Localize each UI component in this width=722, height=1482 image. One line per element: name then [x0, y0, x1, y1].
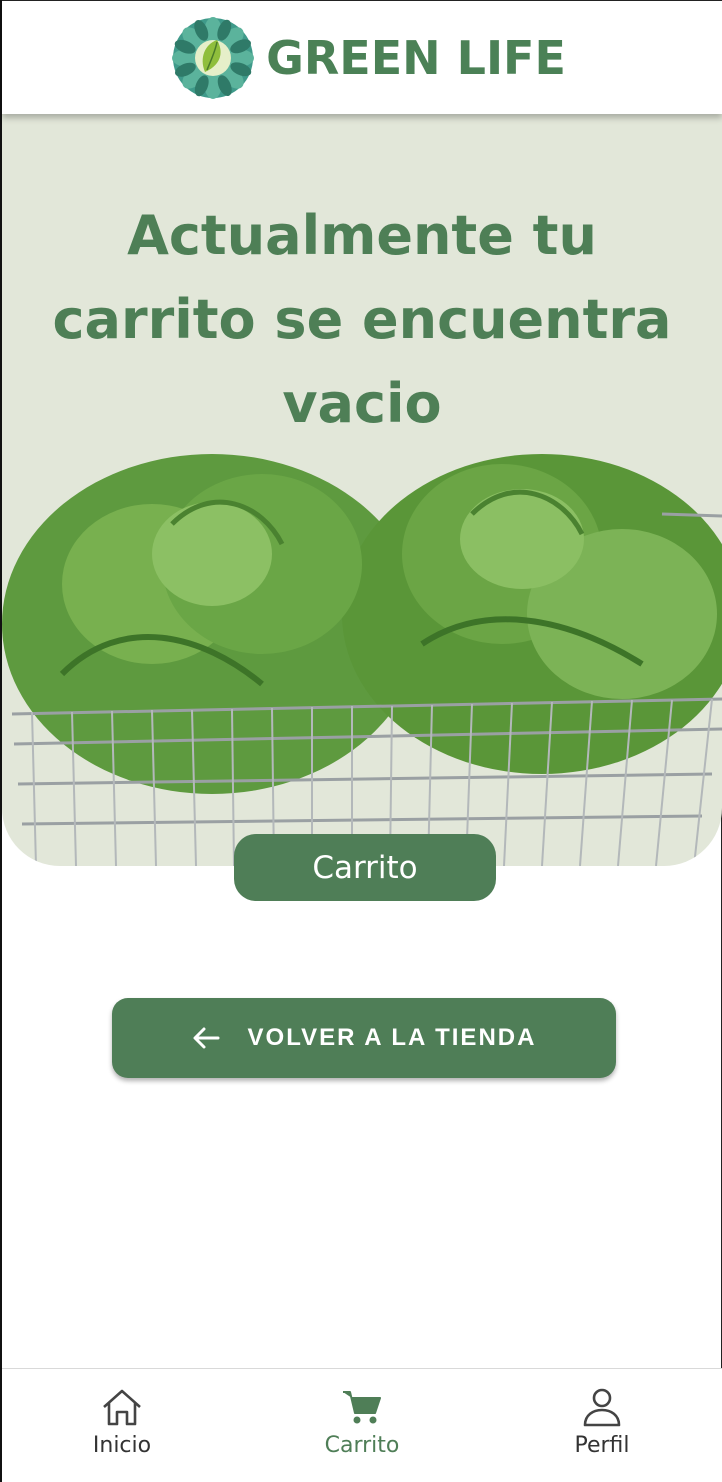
cart-icon: [343, 1391, 381, 1424]
nav-item-inicio[interactable]: Inicio: [2, 1369, 242, 1482]
nav-label-inicio: Inicio: [92, 1433, 152, 1458]
nav-item-perfil[interactable]: Perfil: [482, 1369, 722, 1482]
back-to-store-label: VOLVER A LA TIENDA: [247, 1024, 537, 1051]
mandala-leaf-icon: [172, 16, 255, 99]
home-icon: [103, 1389, 141, 1426]
arrow-left-icon: [193, 1027, 220, 1049]
lettuce-cart-image: [2, 454, 722, 866]
empty-cart-title: Actualmente tu carrito se encuentra vaci…: [52, 204, 672, 435]
nav-label-carrito: Carrito: [324, 1433, 400, 1458]
nav-label-perfil: Perfil: [574, 1433, 630, 1458]
user-icon: [583, 1388, 621, 1427]
app-header: GREEN LIFE: [2, 0, 722, 114]
empty-cart-hero: Actualmente tu carrito se encuentra vaci…: [2, 114, 722, 866]
brand-logo[interactable]: GREEN LIFE: [170, 15, 566, 101]
back-to-store-button[interactable]: VOLVER A LA TIENDA: [112, 998, 616, 1078]
bottom-navigation: Inicio Carrito Perfil: [2, 1368, 722, 1482]
brand-name: GREEN LIFE: [266, 30, 566, 85]
cart-section-label: Carrito: [234, 834, 496, 901]
nav-item-carrito[interactable]: Carrito: [242, 1369, 482, 1482]
